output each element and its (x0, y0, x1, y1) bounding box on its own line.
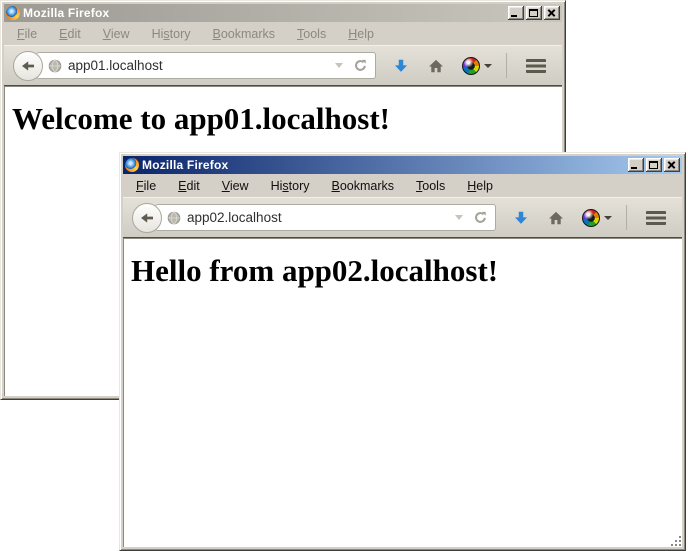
menu-item-help[interactable]: Help (339, 25, 383, 43)
menu-item-view[interactable]: View (213, 177, 258, 195)
globe-icon (167, 211, 181, 225)
home-button[interactable] (547, 209, 565, 227)
colorwheel-button[interactable] (582, 209, 612, 227)
home-button[interactable] (427, 57, 445, 75)
url-text: app02.localhost (187, 210, 449, 225)
menu-item-tools[interactable]: Tools (288, 25, 335, 43)
menu-item-history[interactable]: History (143, 25, 200, 43)
download-icon (512, 209, 530, 227)
hamburger-icon (646, 211, 666, 225)
menu-item-view[interactable]: View (94, 25, 139, 43)
url-dropdown-icon[interactable] (455, 215, 463, 220)
colorwheel-icon (462, 57, 480, 75)
page-heading: Welcome to app01.localhost! (12, 101, 562, 137)
maximize-button[interactable] (526, 6, 542, 20)
titlebar[interactable]: Mozilla Firefox (123, 156, 682, 174)
url-text: app01.localhost (68, 58, 329, 73)
maximize-icon (649, 161, 658, 169)
menu-bar: FileEditViewHistoryBookmarksToolsHelp (4, 22, 562, 45)
menu-item-edit[interactable]: Edit (50, 25, 90, 43)
menu-item-bookmarks[interactable]: Bookmarks (323, 177, 404, 195)
reload-icon[interactable] (473, 210, 488, 225)
close-button[interactable] (664, 158, 680, 172)
url-bar[interactable]: app01.localhost (36, 52, 376, 79)
menu-item-help[interactable]: Help (458, 177, 502, 195)
app-menu-button[interactable] (519, 52, 553, 80)
back-icon (139, 210, 155, 226)
minimize-button[interactable] (628, 158, 644, 172)
menu-bar: FileEditViewHistoryBookmarksToolsHelp (123, 174, 682, 197)
globe-icon (48, 59, 62, 73)
desktop: { "theme": { "chrome_color": "#d4d0c8", … (0, 0, 688, 551)
back-button[interactable] (13, 51, 43, 81)
firefox-icon[interactable] (6, 6, 20, 20)
page-heading: Hello from app02.localhost! (131, 253, 682, 289)
colorwheel-icon (582, 209, 600, 227)
minimize-icon (511, 15, 517, 17)
navigation-toolbar: app01.localhost (4, 45, 562, 86)
window-controls (628, 158, 680, 172)
app-menu-button[interactable] (639, 204, 673, 232)
close-button[interactable] (544, 6, 560, 20)
maximize-button[interactable] (646, 158, 662, 172)
home-icon (547, 209, 565, 227)
window-controls (508, 6, 560, 20)
menu-item-tools[interactable]: Tools (407, 177, 454, 195)
window-title: Mozilla Firefox (142, 156, 625, 174)
colorwheel-button[interactable] (462, 57, 492, 75)
menu-item-history[interactable]: History (262, 177, 319, 195)
minimize-button[interactable] (508, 6, 524, 20)
caret-down-icon (484, 64, 492, 68)
toolbar-separator (626, 205, 627, 230)
back-icon (20, 58, 36, 74)
back-button[interactable] (132, 203, 162, 233)
page-content: Hello from app02.localhost! (123, 238, 682, 547)
reload-icon[interactable] (353, 58, 368, 73)
maximize-icon (529, 9, 538, 17)
menu-item-edit[interactable]: Edit (169, 177, 209, 195)
download-button[interactable] (512, 209, 530, 227)
titlebar[interactable]: Mozilla Firefox (4, 4, 562, 22)
menu-item-file[interactable]: File (127, 177, 165, 195)
download-button[interactable] (392, 57, 410, 75)
toolbar-separator (506, 53, 507, 78)
caret-down-icon (604, 216, 612, 220)
hamburger-icon (526, 59, 546, 73)
firefox-icon[interactable] (125, 158, 139, 172)
minimize-icon (631, 167, 637, 169)
resize-grip[interactable] (669, 534, 683, 548)
close-icon (544, 6, 560, 20)
browser-window-app02: Mozilla Firefox FileEditViewHistoryBookm… (119, 152, 686, 551)
menu-item-bookmarks[interactable]: Bookmarks (204, 25, 285, 43)
url-dropdown-icon[interactable] (335, 63, 343, 68)
navigation-toolbar: app02.localhost (123, 197, 682, 238)
url-bar[interactable]: app02.localhost (155, 204, 496, 231)
home-icon (427, 57, 445, 75)
download-icon (392, 57, 410, 75)
window-title: Mozilla Firefox (23, 4, 505, 22)
menu-item-file[interactable]: File (8, 25, 46, 43)
close-icon (664, 158, 680, 172)
